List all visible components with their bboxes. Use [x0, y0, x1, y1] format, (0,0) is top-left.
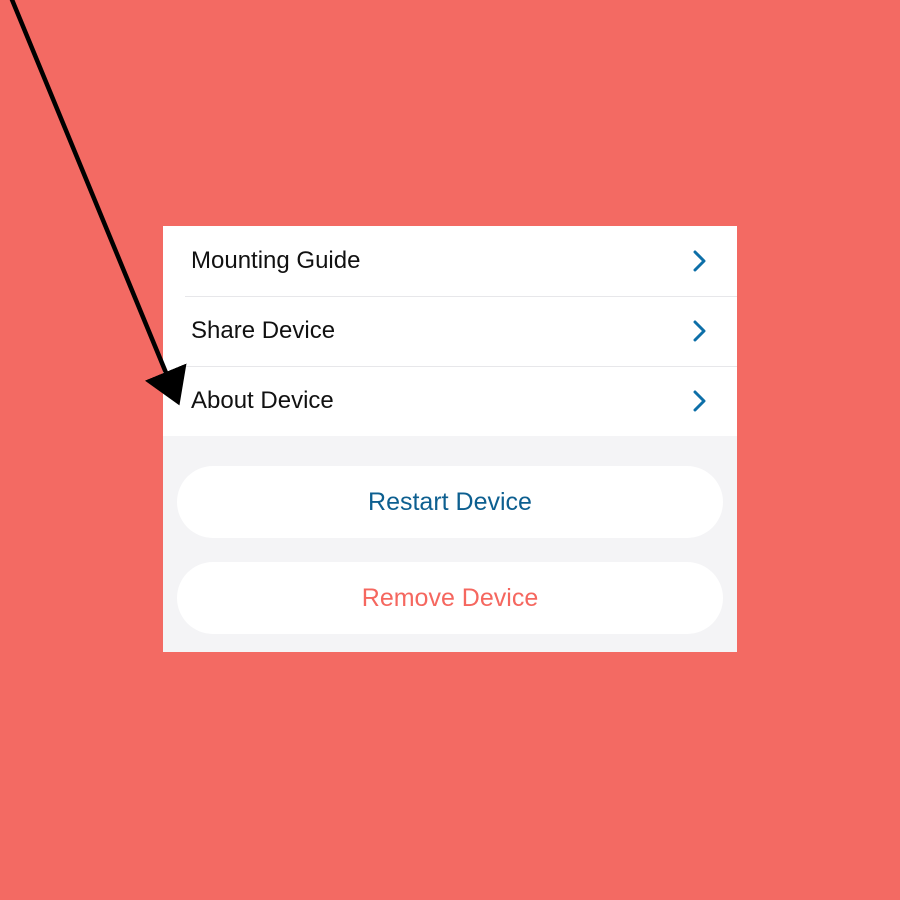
list-item-label: Mounting Guide	[191, 247, 360, 275]
list-item-mounting-guide[interactable]: Mounting Guide	[163, 226, 737, 296]
settings-list: Mounting Guide Share Device About Device	[163, 226, 737, 436]
list-item-label: Share Device	[191, 317, 335, 345]
list-item-label: About Device	[191, 387, 334, 415]
button-label: Restart Device	[368, 488, 532, 517]
device-settings-panel: Mounting Guide Share Device About Device	[163, 226, 737, 652]
list-item-share-device[interactable]: Share Device	[163, 296, 737, 366]
restart-device-button[interactable]: Restart Device	[177, 466, 723, 538]
chevron-right-icon	[693, 250, 707, 272]
chevron-right-icon	[693, 390, 707, 412]
list-item-about-device[interactable]: About Device	[163, 366, 737, 436]
remove-device-button[interactable]: Remove Device	[177, 562, 723, 634]
chevron-right-icon	[693, 320, 707, 342]
button-label: Remove Device	[362, 584, 538, 613]
